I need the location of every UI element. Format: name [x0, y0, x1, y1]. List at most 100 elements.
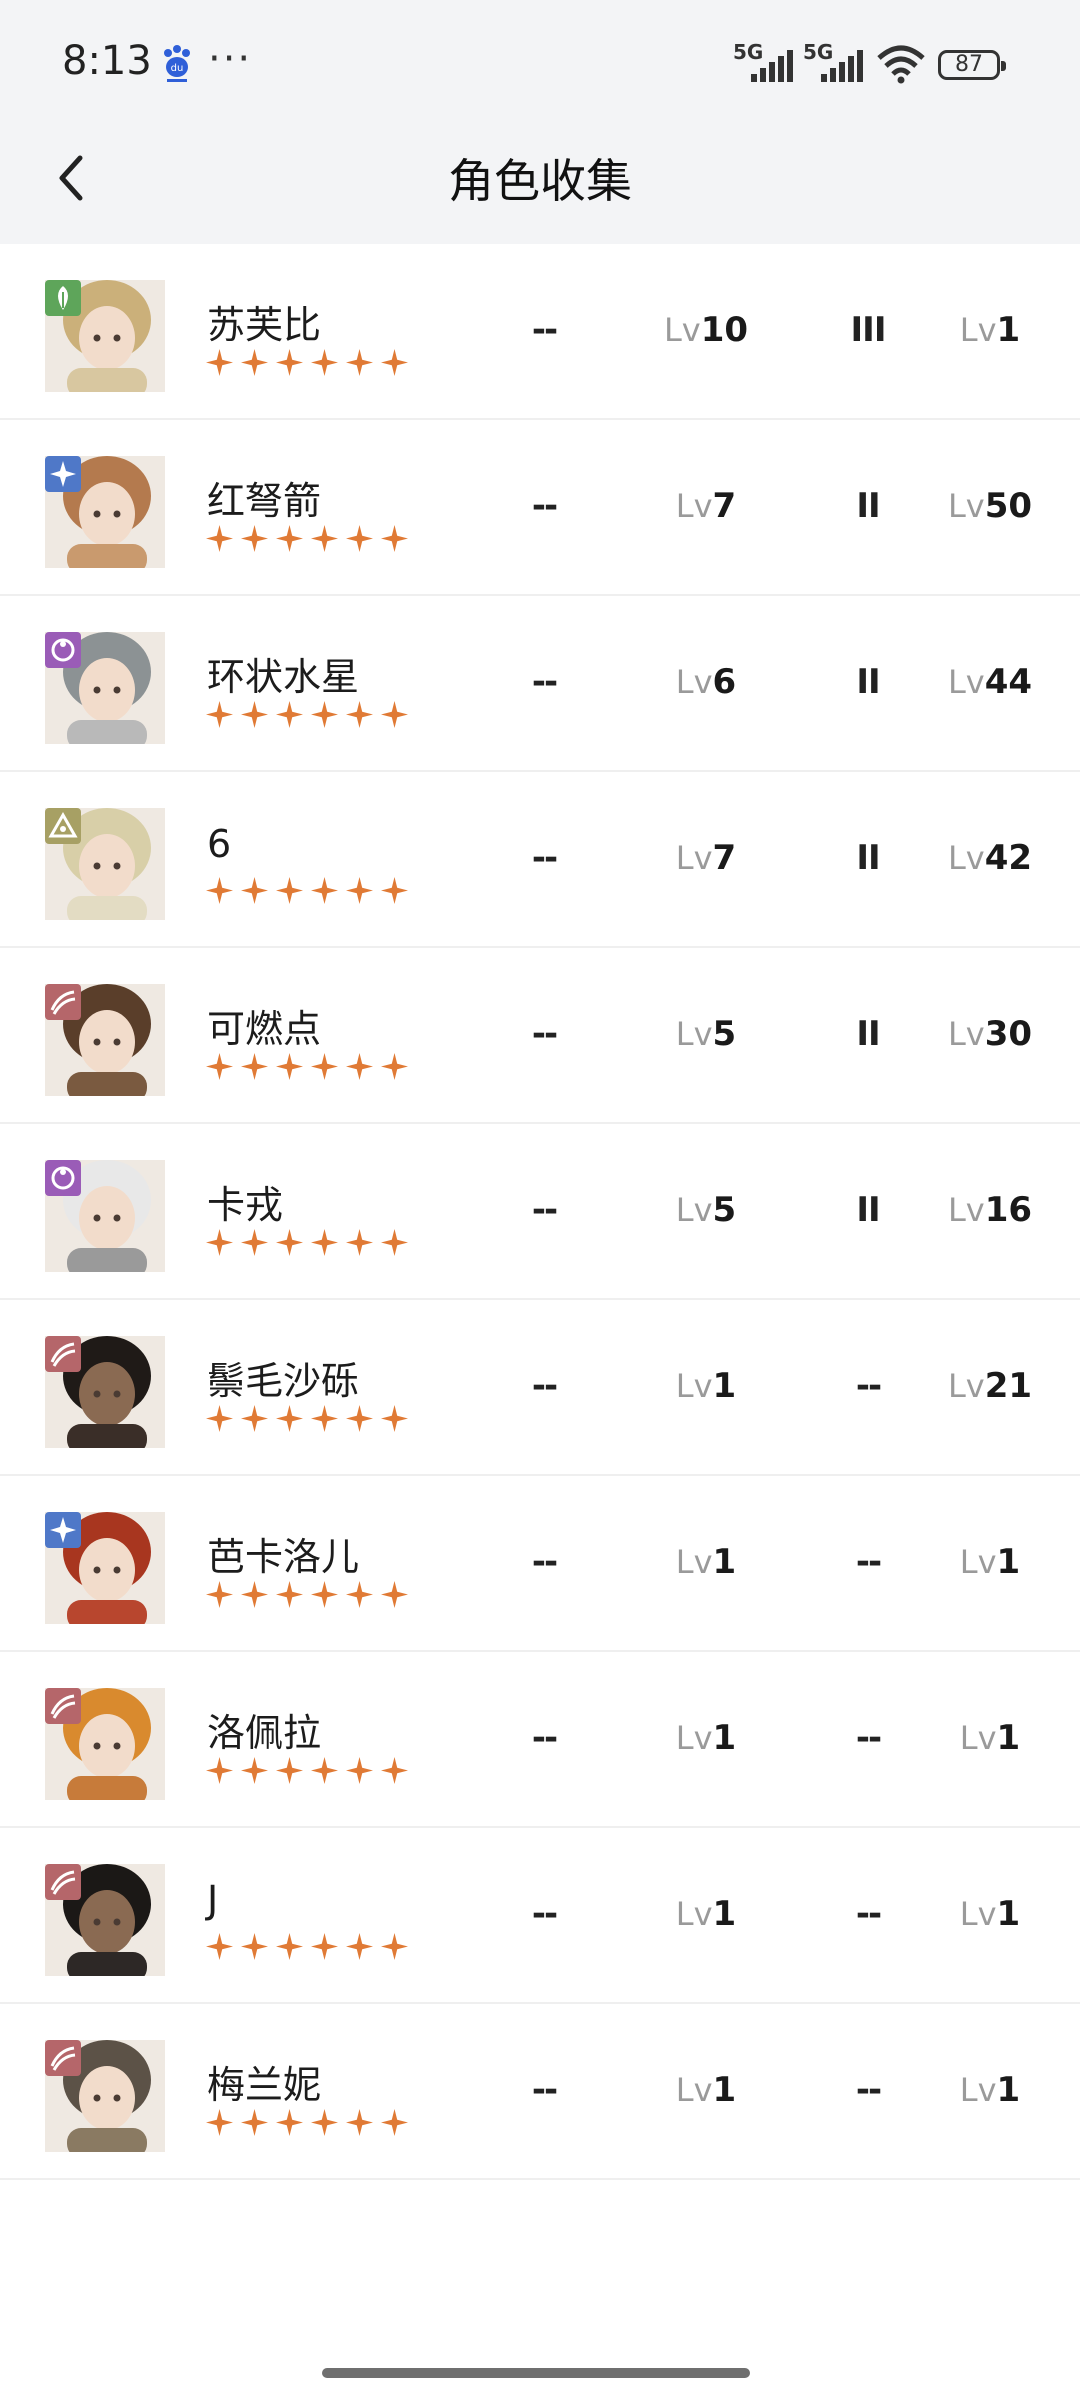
star-icon	[240, 2108, 269, 2138]
star-icon	[345, 1932, 374, 1962]
star-icon	[345, 876, 374, 906]
red-element-icon	[45, 1864, 81, 1900]
level-prefix: Lv	[675, 1191, 713, 1229]
star-icon	[380, 1052, 409, 1082]
column-1-value: --	[531, 1014, 558, 1054]
star-icon	[275, 1756, 304, 1786]
star-icon	[275, 2108, 304, 2138]
secondary-level-value: Lv1	[920, 1718, 1060, 1758]
star-icon	[205, 1404, 234, 1434]
level-number: 7	[712, 838, 737, 878]
column-1-value: --	[531, 838, 558, 878]
character-row[interactable]: 梅兰妮 -- Lv1 -- Lv1	[0, 2004, 1080, 2180]
baidu-paw-icon: du	[160, 44, 194, 84]
character-name: 6	[207, 822, 232, 866]
level-value: Lv1	[646, 1718, 766, 1758]
level-value: Lv6	[646, 662, 766, 702]
star-icon	[205, 1052, 234, 1082]
star-icon	[240, 1404, 269, 1434]
level-number: 5	[712, 1014, 737, 1054]
secondary-level-value: Lv21	[920, 1366, 1060, 1406]
star-icon	[345, 1404, 374, 1434]
rank-value: --	[855, 1718, 882, 1758]
svg-text:du: du	[171, 63, 184, 74]
secondary-level-value: Lv1	[920, 2070, 1060, 2110]
column-1-value: --	[531, 1190, 558, 1230]
star-icon	[205, 1580, 234, 1610]
level-value: Lv5	[646, 1014, 766, 1054]
star-icon	[310, 1580, 339, 1610]
secondary-level-value: Lv44	[920, 662, 1060, 702]
secondary-level-value: Lv1	[920, 1542, 1060, 1582]
level-value: Lv1	[646, 1894, 766, 1934]
rarity-stars	[205, 700, 409, 730]
network-type-1: 5G	[733, 40, 764, 64]
star-icon	[275, 1228, 304, 1258]
red-element-icon	[45, 2040, 81, 2076]
character-row[interactable]: 芭卡洛儿 -- Lv1 -- Lv1	[0, 1476, 1080, 1652]
level-prefix: Lv	[959, 311, 997, 349]
character-row[interactable]: 可燃点 -- Lv5 II Lv30	[0, 948, 1080, 1124]
star-icon	[345, 1052, 374, 1082]
level-number: 10	[700, 310, 749, 350]
level-number: 1	[712, 1366, 737, 1406]
character-row[interactable]: 苏芙比 -- Lv10 III Lv1	[0, 244, 1080, 420]
character-name: 芭卡洛儿	[207, 1535, 360, 1579]
rank-value: III	[850, 310, 887, 350]
column-1-value: --	[531, 1894, 558, 1934]
star-icon	[275, 700, 304, 730]
star-icon	[205, 700, 234, 730]
red-element-icon	[45, 1336, 81, 1372]
rank-value: II	[856, 486, 880, 526]
star-icon	[240, 700, 269, 730]
signal-sim2-icon: 5G	[803, 40, 867, 84]
level-number: 44	[984, 662, 1033, 702]
star-icon	[380, 700, 409, 730]
character-row[interactable]: J -- Lv1 -- Lv1	[0, 1828, 1080, 2004]
character-row[interactable]: 卡戎 -- Lv5 II Lv16	[0, 1124, 1080, 1300]
character-row[interactable]: 洛佩拉 -- Lv1 -- Lv1	[0, 1652, 1080, 1828]
star-icon	[275, 348, 304, 378]
rarity-stars	[205, 1228, 409, 1258]
star-icon	[380, 1228, 409, 1258]
level-prefix: Lv	[675, 663, 713, 701]
column-1-value: --	[531, 1542, 558, 1582]
rarity-stars	[205, 1404, 409, 1434]
star-icon	[310, 1756, 339, 1786]
home-indicator[interactable]	[322, 2368, 750, 2378]
level-number: 1	[996, 1542, 1021, 1582]
level-prefix: Lv	[947, 1367, 985, 1405]
character-name: 卡戎	[207, 1183, 284, 1227]
level-prefix: Lv	[675, 487, 713, 525]
network-type-2: 5G	[803, 40, 834, 64]
secondary-level-value: Lv30	[920, 1014, 1060, 1054]
star-icon	[380, 1756, 409, 1786]
status-time: 8:13	[62, 38, 152, 84]
star-icon	[345, 348, 374, 378]
level-value: Lv10	[646, 310, 766, 350]
character-row[interactable]: 红弩箭 -- Lv7 II Lv50	[0, 420, 1080, 596]
level-number: 5	[712, 1190, 737, 1230]
character-row[interactable]: 鬃毛沙砾 -- Lv1 -- Lv21	[0, 1300, 1080, 1476]
level-number: 42	[984, 838, 1033, 878]
star-icon	[205, 876, 234, 906]
rarity-stars	[205, 348, 409, 378]
star-icon	[380, 1932, 409, 1962]
star-icon	[380, 1580, 409, 1610]
olive-element-icon	[45, 808, 81, 844]
secondary-level-value: Lv1	[920, 1894, 1060, 1934]
star-icon	[205, 348, 234, 378]
level-value: Lv7	[646, 838, 766, 878]
level-number: 30	[984, 1014, 1033, 1054]
rank-value: --	[855, 1366, 882, 1406]
level-number: 21	[984, 1366, 1033, 1406]
character-row[interactable]: 6 -- Lv7 II Lv42	[0, 772, 1080, 948]
rank-value: --	[855, 1894, 882, 1934]
more-notifications-icon: ···	[208, 36, 253, 82]
character-row[interactable]: 环状水星 -- Lv6 II Lv44	[0, 596, 1080, 772]
level-number: 1	[996, 1718, 1021, 1758]
status-bar: 8:13 du ··· 5G 5G 87	[0, 0, 1080, 130]
star-icon	[240, 1756, 269, 1786]
level-prefix: Lv	[947, 839, 985, 877]
battery-icon: 87	[938, 50, 1006, 80]
